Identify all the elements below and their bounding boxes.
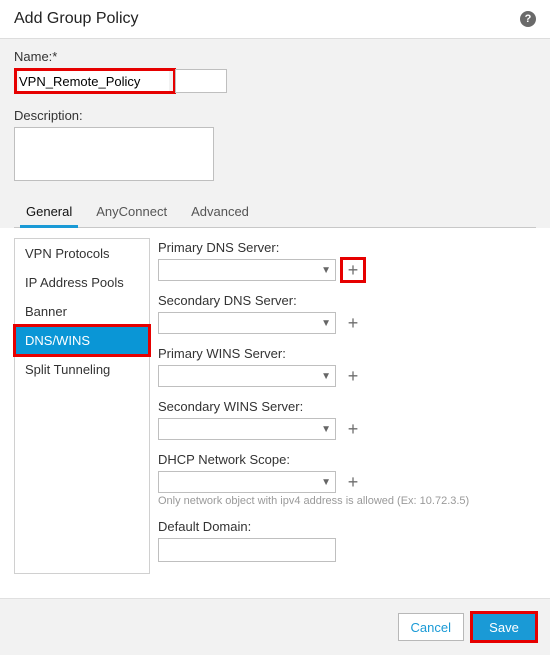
plus-icon: +: [348, 419, 359, 440]
body-panel: VPN Protocols IP Address Pools Banner DN…: [0, 228, 550, 598]
row-primary-dns: Primary DNS Server: ▼ +: [158, 240, 536, 281]
sidebar-item-dns-wins[interactable]: DNS/WINS: [15, 326, 149, 355]
chevron-down-icon: ▼: [321, 265, 331, 276]
tab-advanced[interactable]: Advanced: [179, 198, 261, 227]
name-input-extra[interactable]: [175, 69, 227, 93]
secondary-dns-add-button[interactable]: +: [342, 312, 364, 334]
chevron-down-icon: ▼: [321, 477, 331, 488]
row-dhcp-scope: DHCP Network Scope: ▼ + Only network obj…: [158, 452, 536, 507]
tab-general[interactable]: General: [14, 198, 84, 227]
name-label: Name:*: [14, 49, 536, 64]
secondary-dns-label: Secondary DNS Server:: [158, 293, 536, 308]
name-highlight: [14, 68, 176, 94]
plus-icon: +: [348, 472, 359, 493]
name-input[interactable]: [19, 71, 169, 91]
secondary-wins-select[interactable]: ▼: [158, 418, 336, 440]
description-input[interactable]: [14, 127, 214, 181]
primary-dns-select[interactable]: ▼: [158, 259, 336, 281]
secondary-wins-label: Secondary WINS Server:: [158, 399, 536, 414]
description-label: Description:: [14, 108, 536, 123]
secondary-dns-select[interactable]: ▼: [158, 312, 336, 334]
dialog-title: Add Group Policy: [14, 10, 139, 28]
tab-anyconnect[interactable]: AnyConnect: [84, 198, 179, 227]
chevron-down-icon: ▼: [321, 424, 331, 435]
primary-wins-label: Primary WINS Server:: [158, 346, 536, 361]
help-icon[interactable]: ?: [520, 11, 536, 27]
row-secondary-dns: Secondary DNS Server: ▼ +: [158, 293, 536, 334]
dialog-footer: Cancel Save: [0, 598, 550, 655]
sidebar-item-banner[interactable]: Banner: [15, 297, 149, 326]
primary-dns-label: Primary DNS Server:: [158, 240, 536, 255]
tabs: General AnyConnect Advanced: [14, 198, 536, 228]
sidebar-item-ip-address-pools[interactable]: IP Address Pools: [15, 268, 149, 297]
dhcp-scope-add-button[interactable]: +: [342, 471, 364, 493]
dhcp-hint: Only network object with ipv4 address is…: [158, 495, 536, 507]
save-button[interactable]: Save: [472, 613, 536, 641]
primary-dns-add-button[interactable]: +: [342, 259, 364, 281]
dhcp-scope-select[interactable]: ▼: [158, 471, 336, 493]
add-group-policy-dialog: Add Group Policy ? Name:* Description: G…: [0, 0, 550, 655]
row-secondary-wins: Secondary WINS Server: ▼ +: [158, 399, 536, 440]
form-area: Primary DNS Server: ▼ + Secondary DNS Se…: [158, 238, 536, 574]
chevron-down-icon: ▼: [321, 371, 331, 382]
cancel-button[interactable]: Cancel: [398, 613, 464, 641]
sidebar-item-split-tunneling[interactable]: Split Tunneling: [15, 355, 149, 384]
sidebar: VPN Protocols IP Address Pools Banner DN…: [14, 238, 150, 574]
primary-wins-select[interactable]: ▼: [158, 365, 336, 387]
upper-panel: Name:* Description: General AnyConnect A…: [0, 39, 550, 228]
default-domain-label: Default Domain:: [158, 519, 536, 534]
primary-wins-add-button[interactable]: +: [342, 365, 364, 387]
plus-icon: +: [348, 366, 359, 387]
sidebar-item-vpn-protocols[interactable]: VPN Protocols: [15, 239, 149, 268]
secondary-wins-add-button[interactable]: +: [342, 418, 364, 440]
dialog-header: Add Group Policy ?: [0, 0, 550, 39]
chevron-down-icon: ▼: [321, 318, 331, 329]
row-default-domain: Default Domain:: [158, 519, 536, 562]
plus-icon: +: [348, 260, 359, 281]
default-domain-input[interactable]: [158, 538, 336, 562]
plus-icon: +: [348, 313, 359, 334]
dhcp-scope-label: DHCP Network Scope:: [158, 452, 536, 467]
row-primary-wins: Primary WINS Server: ▼ +: [158, 346, 536, 387]
